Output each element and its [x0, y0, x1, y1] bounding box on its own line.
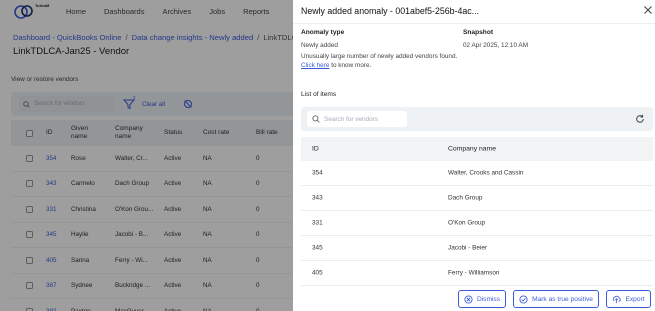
- dismiss-button[interactable]: Dismiss: [458, 290, 506, 308]
- dismiss-icon: [464, 294, 473, 304]
- anomaly-type-value: Newly added: [301, 42, 338, 49]
- column-header-id[interactable]: ID: [312, 146, 319, 153]
- anomaly-drawer: Newly added anomaly - 001abef5-256b-4ac.…: [293, 0, 655, 311]
- items-toolbar: [301, 107, 653, 131]
- list-of-items-label: List of items: [301, 91, 337, 98]
- click-here-link[interactable]: Click here: [301, 62, 329, 69]
- item-row: 405 Ferry - Williamson: [301, 261, 653, 286]
- know-more-line: Click here to know more.: [301, 62, 371, 69]
- item-row: 343 Dach Group: [301, 186, 653, 211]
- mark-true-positive-label: Mark as true positive: [532, 295, 593, 303]
- items-search-field[interactable]: [307, 111, 407, 127]
- drawer-divider: [293, 23, 655, 24]
- close-icon[interactable]: [643, 5, 653, 15]
- refresh-icon[interactable]: [635, 114, 645, 124]
- export-button[interactable]: Export: [606, 290, 651, 308]
- dismiss-button-label: Dismiss: [476, 295, 501, 303]
- item-id-cell: 343: [312, 194, 323, 202]
- item-company-cell: Jacobi - Beier: [448, 244, 488, 252]
- item-row: 331 O'Kon Group: [301, 211, 653, 236]
- anomaly-type-label: Anomaly type: [301, 29, 345, 36]
- item-company-cell: Dach Group: [448, 194, 483, 202]
- snapshot-value: 02 Apr 2025, 12:10 AM: [463, 42, 529, 49]
- item-id-cell: 354: [312, 169, 323, 177]
- modal-overlay[interactable]: [0, 0, 293, 311]
- item-row: 345 Jacobi - Beier: [301, 236, 653, 261]
- column-header-company-name[interactable]: Company name: [448, 146, 496, 153]
- drawer-title: Newly added anomaly - 001abef5-256b-4ac.…: [301, 6, 480, 16]
- item-id-cell: 331: [312, 219, 323, 227]
- know-more-text: to know more.: [331, 62, 372, 69]
- item-company-cell: O'Kon Group: [448, 219, 486, 227]
- snapshot-label: Snapshot: [463, 29, 494, 36]
- items-table: ID Company name 354 Walter, Crooks and Ca…: [301, 137, 653, 286]
- items-table-header: ID Company name: [301, 137, 653, 161]
- anomaly-description: Unusually large number of newly added ve…: [301, 53, 458, 60]
- item-company-cell: Walter, Crooks and Cassin: [448, 169, 524, 177]
- item-id-cell: 345: [312, 244, 323, 252]
- items-search-input[interactable]: [324, 115, 399, 123]
- item-id-cell: 405: [312, 269, 323, 277]
- item-company-cell: Ferry - Williamson: [448, 269, 500, 277]
- export-button-label: Export: [625, 295, 645, 303]
- search-icon: [312, 115, 320, 123]
- mark-true-positive-button[interactable]: Mark as true positive: [513, 290, 599, 308]
- check-circle-icon: [519, 294, 528, 304]
- export-icon: [613, 295, 622, 303]
- item-row: 354 Walter, Crooks and Cassin: [301, 161, 653, 186]
